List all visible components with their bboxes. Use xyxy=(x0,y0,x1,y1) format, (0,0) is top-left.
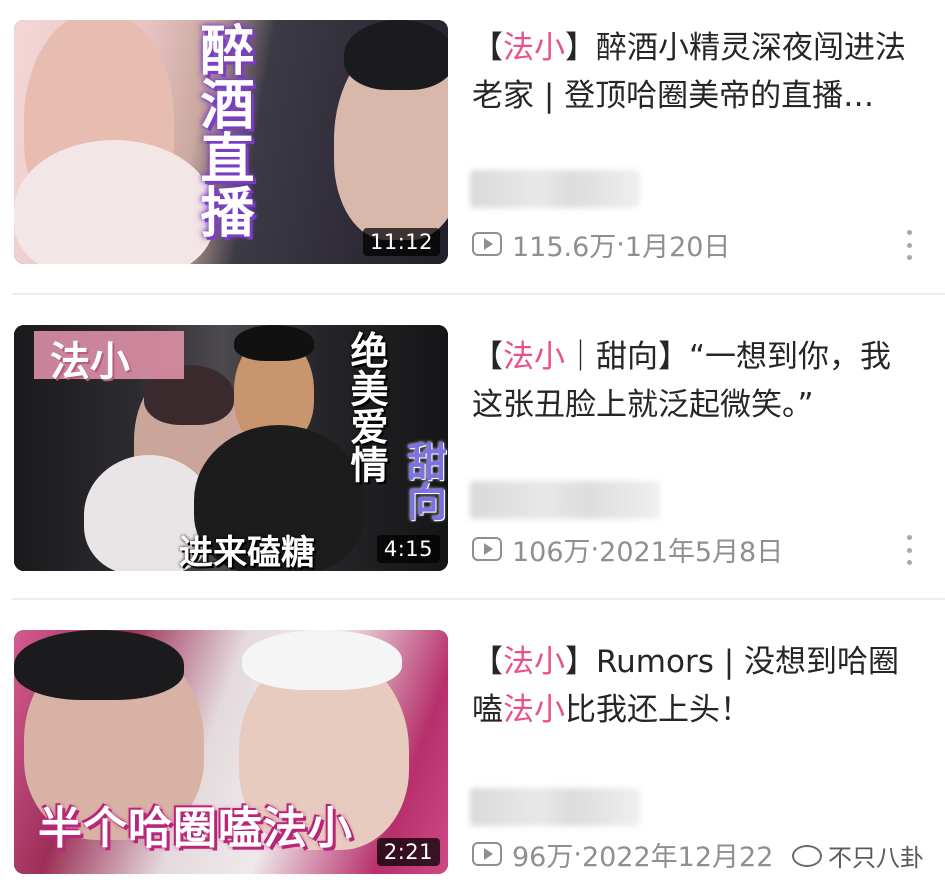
meta-separator: · xyxy=(573,838,582,870)
video-meta: 96万 · 2022年12月22 xyxy=(472,836,774,873)
video-thumbnail[interactable]: 法小 绝美爱情 甜向 进来磕糖 4:15 xyxy=(14,325,448,571)
video-thumbnail[interactable]: 半个哈圈嗑法小 2:21 xyxy=(14,630,448,874)
channel-name-blurred xyxy=(470,481,660,519)
divider xyxy=(12,293,945,295)
meta-separator: · xyxy=(590,533,600,565)
upload-date: 1月20日 xyxy=(624,231,731,263)
view-count: 96万 xyxy=(512,841,574,873)
wechat-icon xyxy=(792,844,822,867)
watermark: 不只八卦 xyxy=(786,838,930,873)
video-meta: 115.6万 · 1月20日 xyxy=(472,226,731,263)
video-item[interactable]: 法小 绝美爱情 甜向 进来磕糖 4:15 【法小｜甜向】“一想到你，我这张丑脸上… xyxy=(0,305,945,585)
more-vertical-icon[interactable] xyxy=(902,535,916,565)
thumbnail-figure xyxy=(234,325,314,361)
video-duration: 4:15 xyxy=(376,535,440,563)
thumbnail-overlay-text: 醉酒直播 xyxy=(191,22,254,238)
thumbnail-caption: 进来磕糖 xyxy=(179,533,315,571)
divider xyxy=(12,598,945,600)
video-duration: 11:12 xyxy=(362,228,440,256)
upload-date: 2022年12月22 xyxy=(581,841,774,873)
video-title[interactable]: 【法小】Rumors | 没想到哈圈嗑法小比我还上头！ xyxy=(472,638,917,734)
video-title[interactable]: 【法小｜甜向】“一想到你，我这张丑脸上就泛起微笑。” xyxy=(472,333,917,429)
thumbnail-side-text: 绝美爱情 xyxy=(344,331,388,483)
thumbnail-tag: 法小 xyxy=(50,339,130,385)
view-count: 115.6万 xyxy=(512,231,617,263)
video-thumbnail[interactable]: 醉酒直播 11:12 xyxy=(14,20,448,264)
channel-name-blurred xyxy=(470,788,640,826)
video-duration: 2:21 xyxy=(376,838,440,866)
thumbnail-figure xyxy=(14,630,184,700)
video-title[interactable]: 【法小】醉酒小精灵深夜闯进法老家 | 登顶哈圈美帝的直播… xyxy=(472,24,917,120)
thumbnail-figure xyxy=(344,20,448,90)
thumbnail-side-text: 甜向 xyxy=(400,441,446,521)
play-count-icon xyxy=(472,537,502,561)
play-count-icon xyxy=(472,232,502,256)
thumbnail-figure xyxy=(242,630,402,690)
view-count: 106万 xyxy=(512,536,591,568)
video-item[interactable]: 醉酒直播 11:12 【法小】醉酒小精灵深夜闯进法老家 | 登顶哈圈美帝的直播…… xyxy=(0,0,945,280)
thumbnail-caption: 半个哈圈嗑法小 xyxy=(38,803,353,854)
video-meta: 106万 · 2021年5月8日 xyxy=(472,531,784,568)
upload-date: 2021年5月8日 xyxy=(599,536,784,568)
watermark-text: 不只八卦 xyxy=(828,844,924,872)
channel-name-blurred xyxy=(470,170,640,208)
meta-separator: · xyxy=(616,228,625,260)
play-count-icon xyxy=(472,842,502,866)
more-vertical-icon[interactable] xyxy=(902,230,916,260)
